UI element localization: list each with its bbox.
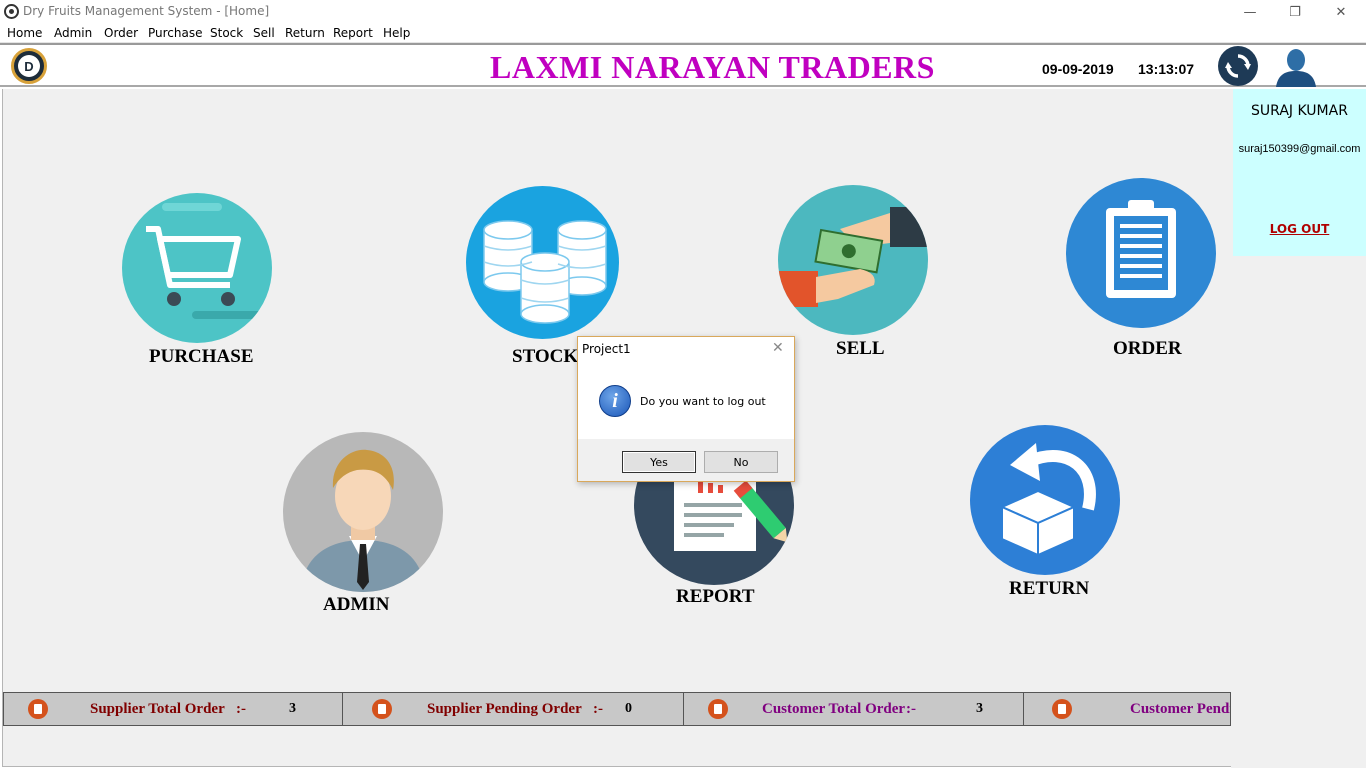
stock-label[interactable]: STOCK	[512, 346, 578, 368]
report-label[interactable]: REPORT	[676, 586, 755, 608]
status-value: 3	[976, 701, 983, 716]
yes-button[interactable]: Yes	[622, 451, 696, 473]
user-email: suraj150399@gmail.com	[1238, 143, 1361, 155]
user-avatar-icon[interactable]	[1272, 47, 1320, 87]
purchase-label[interactable]: PURCHASE	[149, 346, 254, 368]
status-value: 0	[625, 701, 632, 716]
cart-icon	[28, 699, 48, 719]
title-bar: Dry Fruits Management System - [Home] — …	[0, 0, 1366, 24]
status-supplier-total: Supplier Total Order :- 3	[4, 693, 343, 725]
status-label: Customer Total Order	[762, 701, 906, 717]
company-logo: D	[11, 48, 47, 84]
company-name: LAXMI NARAYAN TRADERS	[490, 49, 935, 85]
return-label[interactable]: RETURN	[1009, 578, 1089, 600]
dialog-title: Project1	[582, 342, 631, 356]
app-icon	[4, 4, 19, 19]
minimize-button[interactable]: —	[1227, 0, 1273, 24]
order-clipboard-icon[interactable]	[1066, 178, 1216, 328]
current-date: 09-09-2019	[1042, 61, 1114, 77]
info-icon: i	[599, 385, 631, 417]
order-label[interactable]: ORDER	[1113, 338, 1182, 360]
menu-help[interactable]: Help	[383, 26, 410, 40]
dialog-close-icon[interactable]: ✕	[772, 340, 784, 356]
admin-label[interactable]: ADMIN	[323, 594, 390, 616]
current-time: 13:13:07	[1138, 61, 1195, 77]
status-customer-pending: Customer Pendi	[1024, 693, 1230, 725]
user-name: SURAJ KUMAR	[1251, 103, 1348, 119]
status-customer-total: Customer Total Order :- 3	[684, 693, 1024, 725]
status-separator: :-	[593, 701, 603, 717]
status-value: 3	[289, 701, 296, 716]
status-label: Supplier Total Order	[90, 701, 225, 717]
status-label: Customer Pendi	[1130, 701, 1230, 717]
logo-letter: D	[18, 55, 40, 77]
window-title: Dry Fruits Management System - [Home]	[23, 4, 270, 18]
menu-purchase[interactable]: Purchase	[148, 26, 203, 40]
logout-link[interactable]: LOG OUT	[1233, 222, 1366, 236]
refresh-icon[interactable]	[1218, 46, 1258, 86]
status-separator: :-	[906, 701, 916, 717]
close-button[interactable]: ✕	[1318, 0, 1364, 24]
sell-label[interactable]: SELL	[836, 338, 885, 360]
pending-icon	[372, 699, 392, 719]
menu-sell[interactable]: Sell	[253, 26, 275, 40]
return-box-icon[interactable]	[970, 425, 1120, 575]
status-bar: Supplier Total Order :- 3 Supplier Pendi…	[3, 692, 1231, 726]
receipt-icon	[708, 699, 728, 719]
app-header: D LAXMI NARAYAN TRADERS 09-09-2019 13:13…	[0, 45, 1366, 87]
menu-return[interactable]: Return	[285, 26, 325, 40]
restore-button[interactable]: ❐	[1272, 0, 1318, 24]
menu-order[interactable]: Order	[104, 26, 138, 40]
dialog-message: Do you want to log out	[640, 395, 766, 408]
dialog-footer: Yes No	[578, 439, 794, 481]
menu-admin[interactable]: Admin	[54, 26, 92, 40]
sell-money-icon[interactable]	[778, 185, 928, 335]
logout-confirm-dialog: Project1 ✕ i Do you want to log out Yes …	[577, 336, 795, 482]
status-separator: :-	[236, 701, 246, 717]
document-icon	[1052, 699, 1072, 719]
no-button[interactable]: No	[704, 451, 778, 473]
stock-coins-icon[interactable]	[466, 186, 619, 339]
menu-stock[interactable]: Stock	[210, 26, 243, 40]
admin-avatar-icon[interactable]	[283, 432, 443, 592]
menu-report[interactable]: Report	[333, 26, 373, 40]
status-label: Supplier Pending Order	[427, 701, 582, 717]
user-panel: SURAJ KUMAR suraj150399@gmail.com LOG OU…	[1233, 89, 1366, 256]
status-supplier-pending: Supplier Pending Order :- 0	[343, 693, 684, 725]
menu-bar: Home Admin Order Purchase Stock Sell Ret…	[0, 24, 1366, 43]
purchase-cart-icon[interactable]	[122, 193, 272, 343]
menu-home[interactable]: Home	[7, 26, 42, 40]
